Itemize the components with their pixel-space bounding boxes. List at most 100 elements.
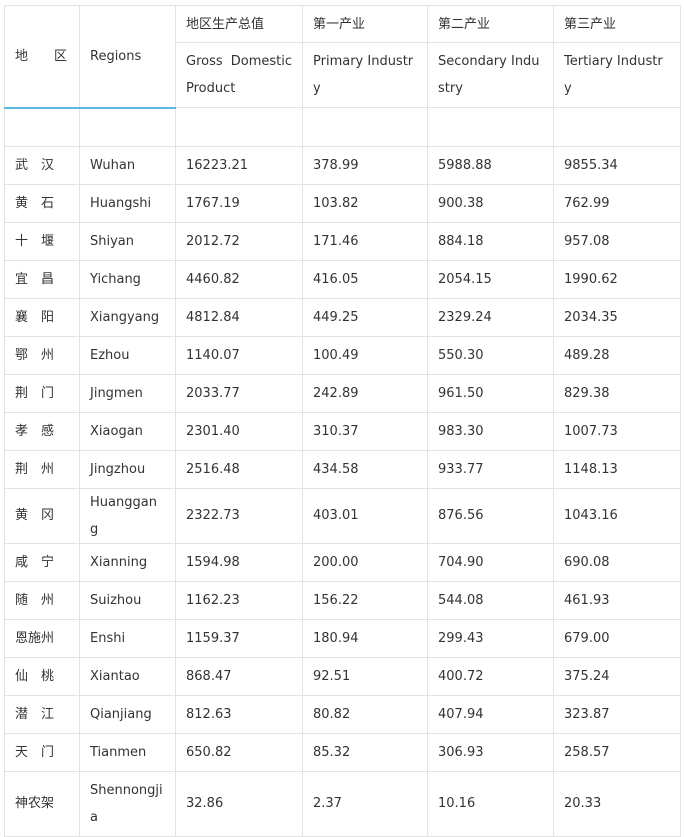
tertiary-cell: 1007.73	[553, 411, 681, 451]
secondary-cell: 306.93	[427, 732, 554, 772]
blank-cell	[4, 107, 80, 147]
secondary-cell: 10.16	[427, 770, 554, 837]
secondary-cell: 900.38	[427, 183, 554, 223]
region-cn-cell: 恩施州	[4, 618, 80, 658]
primary-cell: 80.82	[302, 694, 428, 734]
table-row: 神农架 Shennongjia 32.86 2.37 10.16 20.33	[4, 770, 681, 837]
gdp-cell: 4812.84	[175, 297, 303, 337]
gdp-cell: 2516.48	[175, 449, 303, 489]
blank-cell	[553, 107, 681, 147]
secondary-cell: 876.56	[427, 487, 554, 544]
secondary-cell: 884.18	[427, 221, 554, 261]
table-row: 宜 昌 Yichang 4460.82 416.05 2054.15 1990.62	[4, 259, 681, 299]
gdp-cell: 2012.72	[175, 221, 303, 261]
region-cn-cell: 潜 江	[4, 694, 80, 734]
gdp-cell: 2033.77	[175, 373, 303, 413]
tertiary-cell: 20.33	[553, 770, 681, 837]
primary-cell: 100.49	[302, 335, 428, 375]
tertiary-cell: 679.00	[553, 618, 681, 658]
tertiary-cell: 9855.34	[553, 145, 681, 185]
gdp-cell: 650.82	[175, 732, 303, 772]
secondary-cell: 961.50	[427, 373, 554, 413]
gdp-cell: 1767.19	[175, 183, 303, 223]
table-row: 孝 感 Xiaogan 2301.40 310.37 983.30 1007.73	[4, 411, 681, 451]
table-row: 襄 阳 Xiangyang 4812.84 449.25 2329.24 2034.35	[4, 297, 681, 337]
blank-row	[4, 107, 681, 147]
tertiary-cell: 1043.16	[553, 487, 681, 544]
table-row: 武 汉 Wuhan 16223.21 378.99 5988.88 9855.34	[4, 145, 681, 185]
primary-cell: 2.37	[302, 770, 428, 837]
gdp-cell: 1159.37	[175, 618, 303, 658]
region-cn-cell: 十 堰	[4, 221, 80, 261]
primary-cell: 310.37	[302, 411, 428, 451]
table-row: 黄 石 Huangshi 1767.19 103.82 900.38 762.99	[4, 183, 681, 223]
primary-cell: 449.25	[302, 297, 428, 337]
secondary-cell: 400.72	[427, 656, 554, 696]
secondary-cell: 933.77	[427, 449, 554, 489]
gdp-cell: 1162.23	[175, 580, 303, 620]
header-primary-cn: 第一产业	[302, 5, 428, 43]
table-row: 仙 桃 Xiantao 868.47 92.51 400.72 375.24	[4, 656, 681, 696]
primary-cell: 180.94	[302, 618, 428, 658]
tertiary-cell: 957.08	[553, 221, 681, 261]
secondary-cell: 2329.24	[427, 297, 554, 337]
header-primary-en: Primary Industry	[302, 42, 428, 108]
region-cn-cell: 仙 桃	[4, 656, 80, 696]
table-row: 黄 冈 Huanggang 2322.73 403.01 876.56 1043.16	[4, 487, 681, 544]
secondary-cell: 544.08	[427, 580, 554, 620]
region-cn-cell: 黄 石	[4, 183, 80, 223]
gdp-cell: 1594.98	[175, 542, 303, 582]
region-cn-cell: 神农架	[4, 770, 80, 837]
region-en-cell: Xiantao	[79, 656, 176, 696]
primary-cell: 378.99	[302, 145, 428, 185]
gdp-table: 地 区 Regions 地区生产总值 第一产业 第二产业 第三产业 Gross …	[4, 5, 681, 837]
primary-cell: 434.58	[302, 449, 428, 489]
table-row: 咸 宁 Xianning 1594.98 200.00 704.90 690.08	[4, 542, 681, 582]
region-cn-cell: 荆 门	[4, 373, 80, 413]
tertiary-cell: 690.08	[553, 542, 681, 582]
blank-cell	[175, 107, 303, 147]
tertiary-cell: 461.93	[553, 580, 681, 620]
blank-cell	[79, 107, 176, 147]
region-en-cell: Ezhou	[79, 335, 176, 375]
region-en-cell: Wuhan	[79, 145, 176, 185]
header-tertiary-en: Tertiary Industry	[553, 42, 681, 108]
header-row-cn: 地 区 Regions 地区生产总值 第一产业 第二产业 第三产业	[4, 5, 681, 109]
region-en-cell: Tianmen	[79, 732, 176, 772]
secondary-cell: 5988.88	[427, 145, 554, 185]
table-row: 荆 州 Jingzhou 2516.48 434.58 933.77 1148.13	[4, 449, 681, 489]
primary-cell: 171.46	[302, 221, 428, 261]
primary-cell: 416.05	[302, 259, 428, 299]
region-en-cell: Huangshi	[79, 183, 176, 223]
region-en-cell: Jingmen	[79, 373, 176, 413]
tertiary-cell: 1990.62	[553, 259, 681, 299]
header-gdp-en: Gross Domestic Product	[175, 42, 303, 108]
header-regions-en: Regions	[79, 5, 176, 109]
table-row: 鄂 州 Ezhou 1140.07 100.49 550.30 489.28	[4, 335, 681, 375]
data-rows: 武 汉 Wuhan 16223.21 378.99 5988.88 9855.34 黄 石H…	[4, 145, 681, 837]
gdp-cell: 812.63	[175, 694, 303, 734]
table-row: 恩施州 Enshi 1159.37 180.94 299.43 679.00	[4, 618, 681, 658]
tertiary-cell: 1148.13	[553, 449, 681, 489]
region-cn-cell: 武 汉	[4, 145, 80, 185]
primary-cell: 242.89	[302, 373, 428, 413]
region-cn-cell: 襄 阳	[4, 297, 80, 337]
region-en-cell: Qianjiang	[79, 694, 176, 734]
tertiary-cell: 489.28	[553, 335, 681, 375]
region-en-cell: Xiangyang	[79, 297, 176, 337]
secondary-cell: 704.90	[427, 542, 554, 582]
primary-cell: 103.82	[302, 183, 428, 223]
primary-cell: 85.32	[302, 732, 428, 772]
table-row: 潜 江 Qianjiang 812.63 80.82 407.94 323.87	[4, 694, 681, 734]
secondary-cell: 407.94	[427, 694, 554, 734]
tertiary-cell: 762.99	[553, 183, 681, 223]
tertiary-cell: 258.57	[553, 732, 681, 772]
gdp-cell: 2301.40	[175, 411, 303, 451]
region-en-cell: Jingzhou	[79, 449, 176, 489]
region-cn-cell: 宜 昌	[4, 259, 80, 299]
region-en-cell: Xianning	[79, 542, 176, 582]
primary-cell: 200.00	[302, 542, 428, 582]
region-cn-cell: 荆 州	[4, 449, 80, 489]
region-en-cell: Yichang	[79, 259, 176, 299]
table-row: 随 州 Suizhou 1162.23 156.22 544.08 461.93	[4, 580, 681, 620]
